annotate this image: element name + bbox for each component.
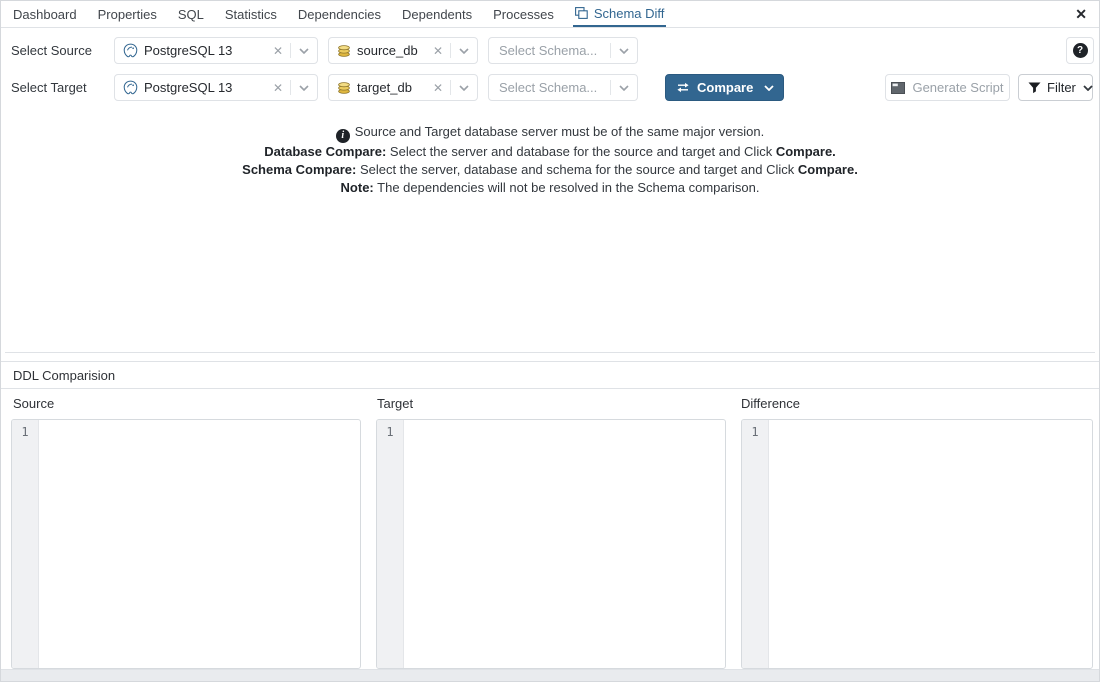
- script-icon: [891, 82, 905, 94]
- select-target-label: Select Target: [11, 74, 87, 101]
- line-number-gutter: 1: [12, 420, 39, 668]
- info-line-note: Note: The dependencies will not be resol…: [1, 179, 1099, 197]
- line-number: 1: [751, 425, 758, 439]
- ddl-comparison-header: DDL Comparision: [1, 361, 1099, 389]
- schema-diff-icon: [575, 7, 588, 20]
- tab-processes[interactable]: Processes: [491, 1, 556, 27]
- chevron-down-icon[interactable]: [611, 48, 637, 54]
- postgresql-icon: [123, 80, 138, 95]
- info-text: Select the server and database for the s…: [390, 144, 772, 159]
- ddl-comparison-title: DDL Comparision: [13, 368, 115, 383]
- info-line-database-compare: Database Compare: Select the server and …: [1, 143, 1099, 161]
- info-bold-label: Note:: [341, 180, 374, 195]
- compare-arrows-icon: [676, 82, 690, 93]
- code-area[interactable]: [404, 420, 725, 668]
- generate-script-label: Generate Script: [912, 80, 1003, 95]
- source-server-select[interactable]: PostgreSQL 13 ✕: [114, 37, 318, 64]
- info-text: Source and Target database server must b…: [355, 124, 764, 139]
- chevron-down-icon[interactable]: [291, 85, 317, 91]
- tab-label: Dependencies: [298, 7, 381, 22]
- clear-icon[interactable]: ✕: [426, 81, 450, 95]
- compare-instructions: i Source and Target database server must …: [1, 123, 1099, 197]
- close-icon[interactable]: ✕: [1075, 5, 1087, 23]
- target-schema-select[interactable]: Select Schema...: [488, 74, 638, 101]
- filter-button-label: Filter: [1047, 80, 1076, 95]
- code-area[interactable]: [39, 420, 360, 668]
- filter-funnel-icon: [1028, 82, 1041, 94]
- info-text: The dependencies will not be resolved in…: [377, 180, 759, 195]
- compare-button[interactable]: Compare: [665, 74, 784, 101]
- target-server-select[interactable]: PostgreSQL 13 ✕: [114, 74, 318, 101]
- ddl-target-editor[interactable]: 1: [376, 419, 726, 669]
- tab-bar: Dashboard Properties SQL Statistics Depe…: [1, 1, 1099, 28]
- chevron-down-icon[interactable]: [451, 48, 477, 54]
- filter-button[interactable]: Filter: [1018, 74, 1093, 101]
- target-server-value: PostgreSQL 13: [144, 80, 266, 95]
- chevron-down-icon[interactable]: [1083, 85, 1093, 91]
- help-icon: ?: [1073, 43, 1088, 58]
- chevron-down-icon[interactable]: [611, 85, 637, 91]
- section-divider: [5, 352, 1095, 353]
- postgresql-icon: [123, 43, 138, 58]
- code-area[interactable]: [769, 420, 1092, 668]
- info-bold-suffix: Compare.: [798, 162, 858, 177]
- chevron-down-icon[interactable]: [757, 85, 783, 91]
- tab-dashboard[interactable]: Dashboard: [11, 1, 79, 27]
- tab-schema-diff[interactable]: Schema Diff: [573, 1, 667, 27]
- schema-diff-panel: { "icons": { "close": "✕", "clear": "✕",…: [0, 0, 1100, 682]
- chevron-down-icon[interactable]: [451, 85, 477, 91]
- help-button[interactable]: ?: [1066, 37, 1094, 64]
- info-line-version: i Source and Target database server must …: [1, 123, 1099, 143]
- clear-icon[interactable]: ✕: [266, 81, 290, 95]
- chevron-down-icon[interactable]: [291, 48, 317, 54]
- tab-statistics[interactable]: Statistics: [223, 1, 279, 27]
- generate-script-button[interactable]: Generate Script: [885, 74, 1010, 101]
- source-schema-select[interactable]: Select Schema...: [488, 37, 638, 64]
- ddl-source-editor[interactable]: 1: [11, 419, 361, 669]
- tab-label: Statistics: [225, 7, 277, 22]
- ddl-difference-editor[interactable]: 1: [741, 419, 1093, 669]
- clear-icon[interactable]: ✕: [266, 44, 290, 58]
- info-icon: i: [336, 129, 350, 143]
- line-number-gutter: 1: [742, 420, 769, 668]
- info-bold-label: Database Compare:: [264, 144, 386, 159]
- tab-label: Dashboard: [13, 7, 77, 22]
- tab-label: Processes: [493, 7, 554, 22]
- tab-label: SQL: [178, 7, 204, 22]
- line-number: 1: [21, 425, 28, 439]
- tab-dependencies[interactable]: Dependencies: [296, 1, 383, 27]
- source-schema-placeholder: Select Schema...: [499, 43, 610, 58]
- tab-label: Properties: [98, 7, 157, 22]
- database-icon: [337, 44, 351, 58]
- tab-label: Dependents: [402, 7, 472, 22]
- select-source-label: Select Source: [11, 37, 92, 64]
- source-server-value: PostgreSQL 13: [144, 43, 266, 58]
- target-database-value: target_db: [357, 80, 426, 95]
- info-bold-label: Schema Compare:: [242, 162, 356, 177]
- tab-sql[interactable]: SQL: [176, 1, 206, 27]
- tab-properties[interactable]: Properties: [96, 1, 159, 27]
- source-database-value: source_db: [357, 43, 426, 58]
- compare-button-label: Compare: [697, 80, 753, 95]
- line-number: 1: [386, 425, 393, 439]
- source-database-select[interactable]: source_db ✕: [328, 37, 478, 64]
- database-icon: [337, 81, 351, 95]
- ddl-target-label: Target: [377, 396, 413, 411]
- line-number-gutter: 1: [377, 420, 404, 668]
- info-text: Select the server, database and schema f…: [360, 162, 794, 177]
- info-line-schema-compare: Schema Compare: Select the server, datab…: [1, 161, 1099, 179]
- info-bold-suffix: Compare.: [776, 144, 836, 159]
- target-database-select[interactable]: target_db ✕: [328, 74, 478, 101]
- target-schema-placeholder: Select Schema...: [499, 80, 610, 95]
- bottom-strip: [1, 669, 1099, 681]
- ddl-difference-label: Difference: [741, 396, 800, 411]
- ddl-source-label: Source: [13, 396, 54, 411]
- tab-dependents[interactable]: Dependents: [400, 1, 474, 27]
- tab-label: Schema Diff: [594, 6, 665, 21]
- clear-icon[interactable]: ✕: [426, 44, 450, 58]
